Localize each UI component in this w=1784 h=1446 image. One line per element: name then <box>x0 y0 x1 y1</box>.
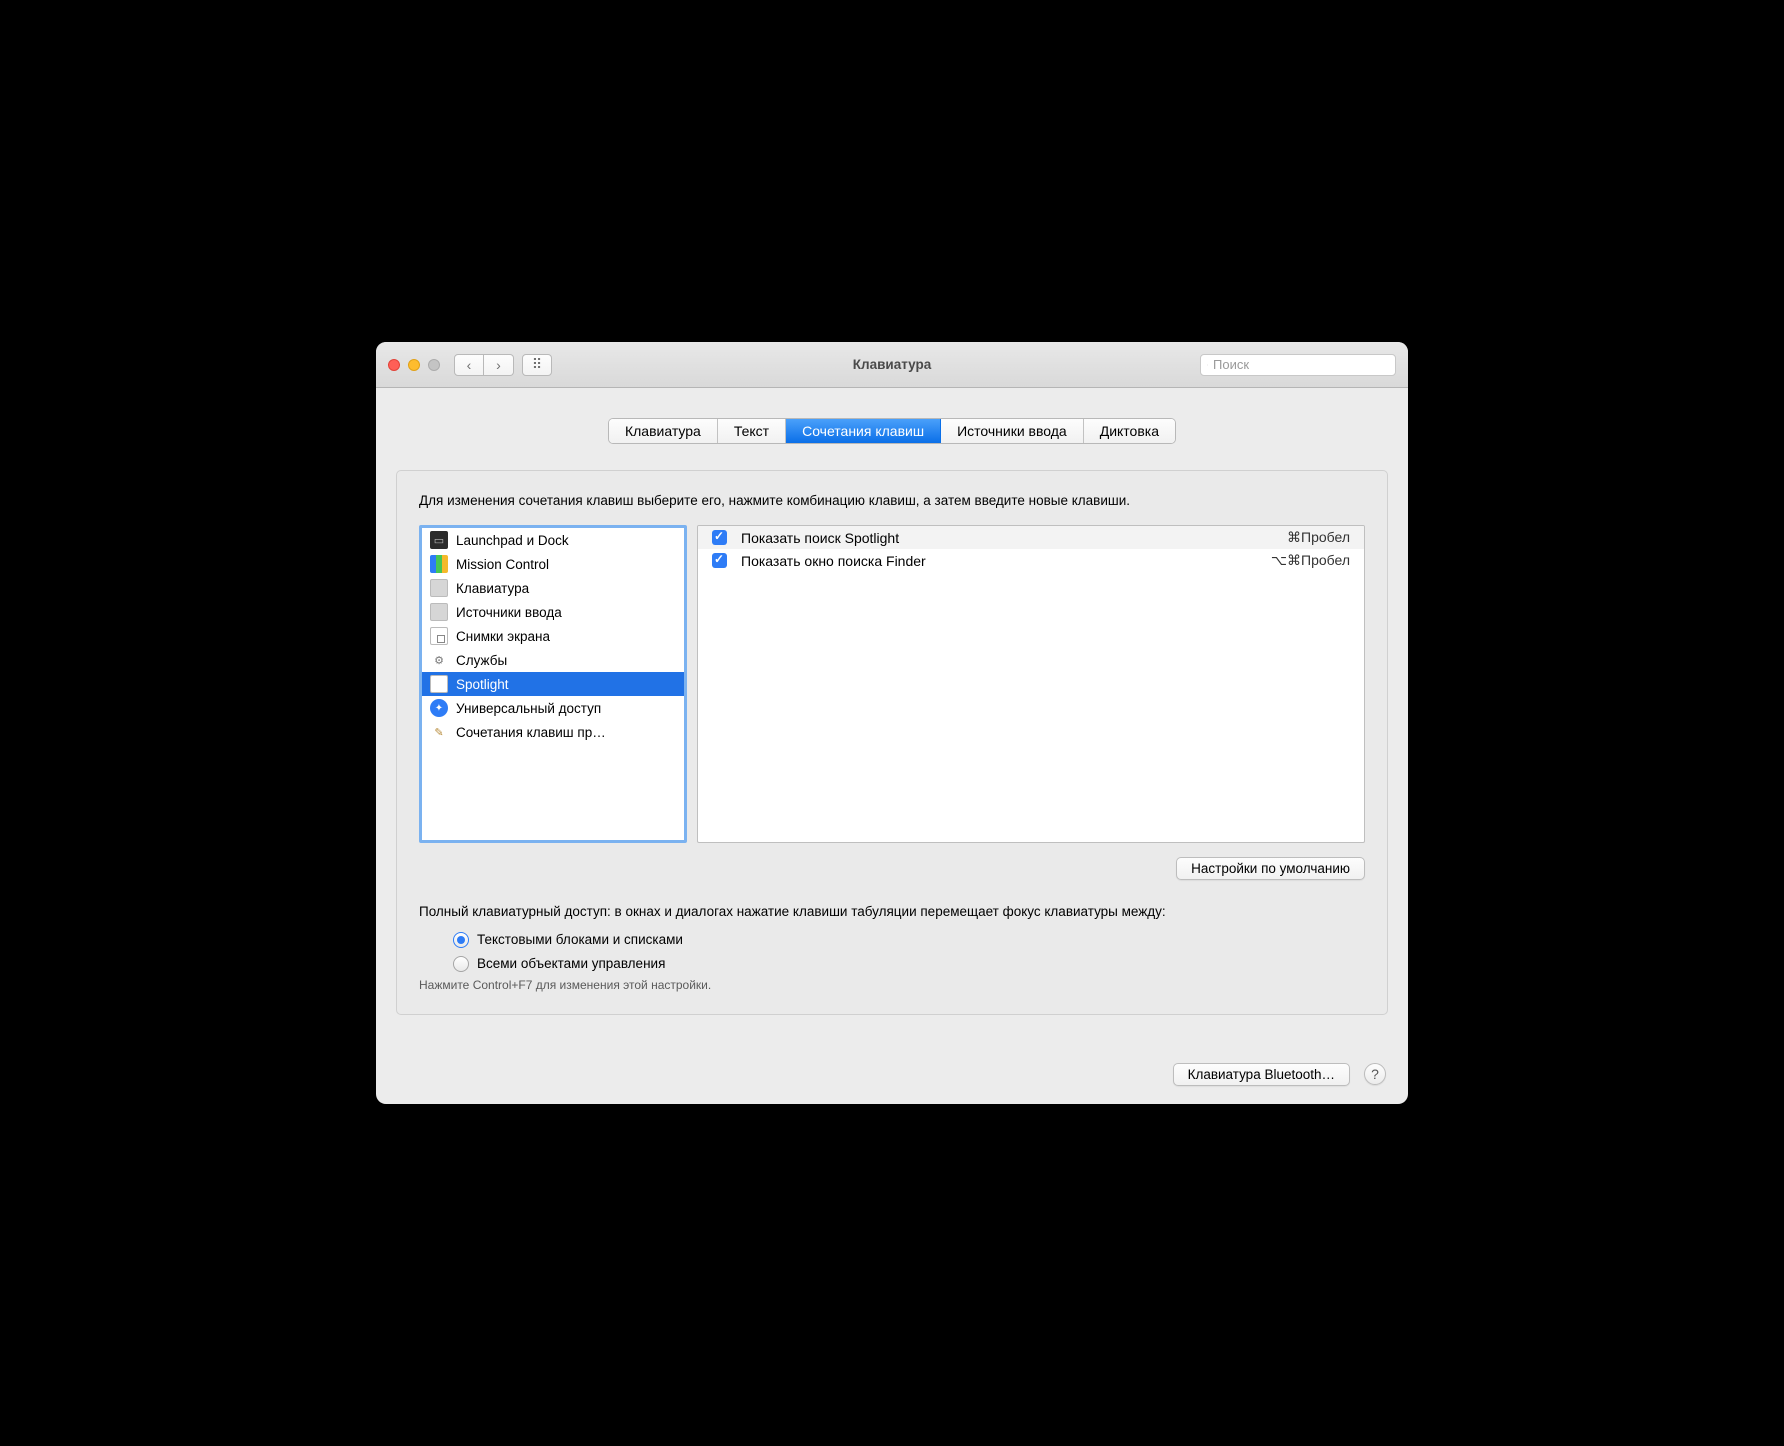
radio-input[interactable] <box>453 932 469 948</box>
chevron-left-icon: ‹ <box>467 357 472 373</box>
sidebar-item-label: Клавиатура <box>456 581 529 596</box>
shortcut-keys[interactable]: ⌘Пробел <box>1287 529 1350 546</box>
inner-panel: Для изменения сочетания клавиш выберите … <box>396 470 1388 1014</box>
back-button[interactable]: ‹ <box>454 354 484 376</box>
shortcut-keys[interactable]: ⌥⌘Пробел <box>1271 552 1350 569</box>
show-all-button[interactable]: ⠿ <box>522 354 552 376</box>
access-description: Полный клавиатурный доступ: в окнах и ди… <box>419 902 1365 922</box>
accessibility-icon: ✦ <box>430 699 448 717</box>
sidebar-item-keyboard[interactable]: Клавиатура <box>422 576 684 600</box>
tab-shortcuts[interactable]: Сочетания клавиш <box>786 419 941 443</box>
sidebar-item-launchpad[interactable]: ▭ Launchpad и Dock <box>422 528 684 552</box>
screenshot-icon <box>430 627 448 645</box>
input-sources-icon <box>430 603 448 621</box>
sidebar-item-label: Launchpad и Dock <box>456 533 569 548</box>
defaults-row: Настройки по умолчанию <box>419 857 1365 880</box>
access-hint: Нажмите Control+F7 для изменения этой на… <box>419 978 1365 992</box>
sidebar-item-label: Mission Control <box>456 557 549 572</box>
radio-label: Всеми объектами управления <box>477 956 665 971</box>
sidebar-item-label: Источники ввода <box>456 605 562 620</box>
titlebar: ‹ › ⠿ Клавиатура <box>376 342 1408 388</box>
sidebar-item-spotlight[interactable]: Spotlight <box>422 672 684 696</box>
close-window-button[interactable] <box>388 359 400 371</box>
search-icon <box>1207 359 1208 371</box>
shortcut-row[interactable]: Показать окно поиска Finder ⌥⌘Пробел <box>698 549 1364 572</box>
help-button[interactable]: ? <box>1364 1063 1386 1085</box>
instruction-text: Для изменения сочетания клавиш выберите … <box>419 491 1365 511</box>
shortcut-row[interactable]: Показать поиск Spotlight ⌘Пробел <box>698 526 1364 549</box>
preferences-window: ‹ › ⠿ Клавиатура Клавиатура Текст Сочета… <box>376 342 1408 1103</box>
keyboard-icon <box>430 579 448 597</box>
access-radio-group: Текстовыми блоками и списками Всеми объе… <box>453 932 1365 972</box>
tab-segmented-control: Клавиатура Текст Сочетания клавиш Источн… <box>608 418 1176 444</box>
bluetooth-keyboard-button[interactable]: Клавиатура Bluetooth… <box>1173 1063 1350 1086</box>
sidebar-item-app-shortcuts[interactable]: ✎ Сочетания клавиш пр… <box>422 720 684 744</box>
nav-group: ‹ › <box>454 354 514 376</box>
restore-defaults-button[interactable]: Настройки по умолчанию <box>1176 857 1365 880</box>
tab-input-sources[interactable]: Источники ввода <box>941 419 1084 443</box>
tab-bar: Клавиатура Текст Сочетания клавиш Источн… <box>396 418 1388 444</box>
radio-option-all-controls[interactable]: Всеми объектами управления <box>453 956 1365 972</box>
shortcut-label: Показать окно поиска Finder <box>741 553 1257 569</box>
sidebar-item-mission-control[interactable]: Mission Control <box>422 552 684 576</box>
shortcut-label: Показать поиск Spotlight <box>741 530 1273 546</box>
panes: ▭ Launchpad и Dock Mission Control Клави… <box>419 525 1365 843</box>
forward-button[interactable]: › <box>484 354 514 376</box>
footer: Клавиатура Bluetooth… ? <box>376 1035 1408 1104</box>
mission-control-icon <box>430 555 448 573</box>
chevron-right-icon: › <box>496 357 501 373</box>
category-sidebar[interactable]: ▭ Launchpad и Dock Mission Control Клави… <box>419 525 687 843</box>
minimize-window-button[interactable] <box>408 359 420 371</box>
shortcut-checkbox[interactable] <box>712 530 727 545</box>
content-area: Клавиатура Текст Сочетания клавиш Источн… <box>376 418 1408 1034</box>
search-field[interactable] <box>1200 354 1396 376</box>
sidebar-item-label: Spotlight <box>456 677 509 692</box>
tab-keyboard[interactable]: Клавиатура <box>609 419 718 443</box>
tab-dictation[interactable]: Диктовка <box>1084 419 1175 443</box>
grid-icon: ⠿ <box>532 356 542 373</box>
zoom-window-button <box>428 359 440 371</box>
app-shortcuts-icon: ✎ <box>430 723 448 741</box>
shortcut-checkbox[interactable] <box>712 553 727 568</box>
sidebar-item-label: Сочетания клавиш пр… <box>456 725 606 740</box>
sidebar-item-label: Универсальный доступ <box>456 701 601 716</box>
gear-icon: ⚙ <box>430 651 448 669</box>
sidebar-item-label: Службы <box>456 653 507 668</box>
shortcut-detail-pane: Показать поиск Spotlight ⌘Пробел Показат… <box>697 525 1365 843</box>
launchpad-icon: ▭ <box>430 531 448 549</box>
tab-text[interactable]: Текст <box>718 419 786 443</box>
radio-input[interactable] <box>453 956 469 972</box>
radio-option-text-lists[interactable]: Текстовыми блоками и списками <box>453 932 1365 948</box>
search-input[interactable] <box>1213 357 1389 372</box>
document-icon <box>430 675 448 693</box>
sidebar-item-services[interactable]: ⚙ Службы <box>422 648 684 672</box>
radio-label: Текстовыми блоками и списками <box>477 932 683 947</box>
sidebar-item-label: Снимки экрана <box>456 629 550 644</box>
sidebar-item-screenshots[interactable]: Снимки экрана <box>422 624 684 648</box>
sidebar-item-input-sources[interactable]: Источники ввода <box>422 600 684 624</box>
window-controls <box>388 359 440 371</box>
help-icon: ? <box>1371 1066 1379 1082</box>
sidebar-item-accessibility[interactable]: ✦ Универсальный доступ <box>422 696 684 720</box>
